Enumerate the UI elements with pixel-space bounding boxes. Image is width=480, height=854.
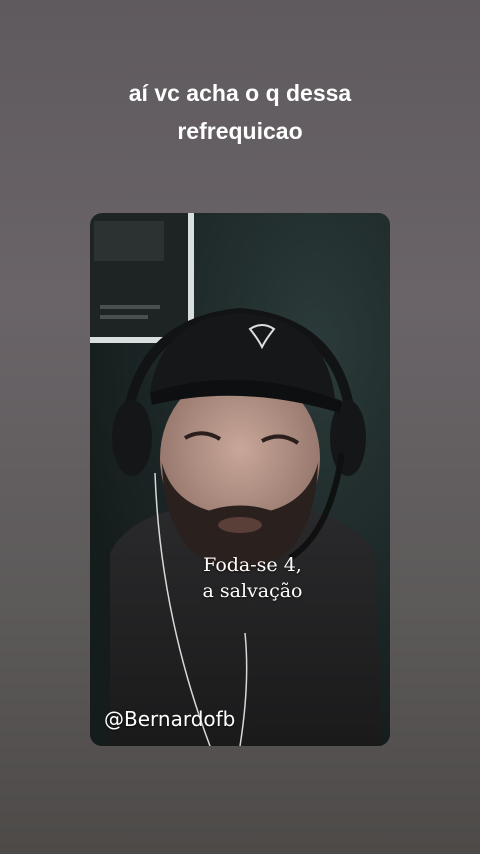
video-watermark: @Bernardofb	[104, 707, 236, 731]
wall-poster	[90, 213, 194, 343]
video-subtitle: Foda-se 4, a salvação	[90, 552, 390, 604]
story-caption-line-1: aí vc acha o q dessa	[128, 80, 352, 106]
story-caption-line-2: refrequicao	[177, 118, 303, 144]
video-subtitle-line-2: a salvação	[202, 580, 303, 602]
video-card[interactable]	[90, 213, 390, 746]
video-frame	[90, 213, 390, 746]
story-caption: aí vc acha o q dessa refrequicao	[0, 74, 480, 150]
video-subtitle-line-1: Foda-se 4,	[203, 554, 302, 576]
